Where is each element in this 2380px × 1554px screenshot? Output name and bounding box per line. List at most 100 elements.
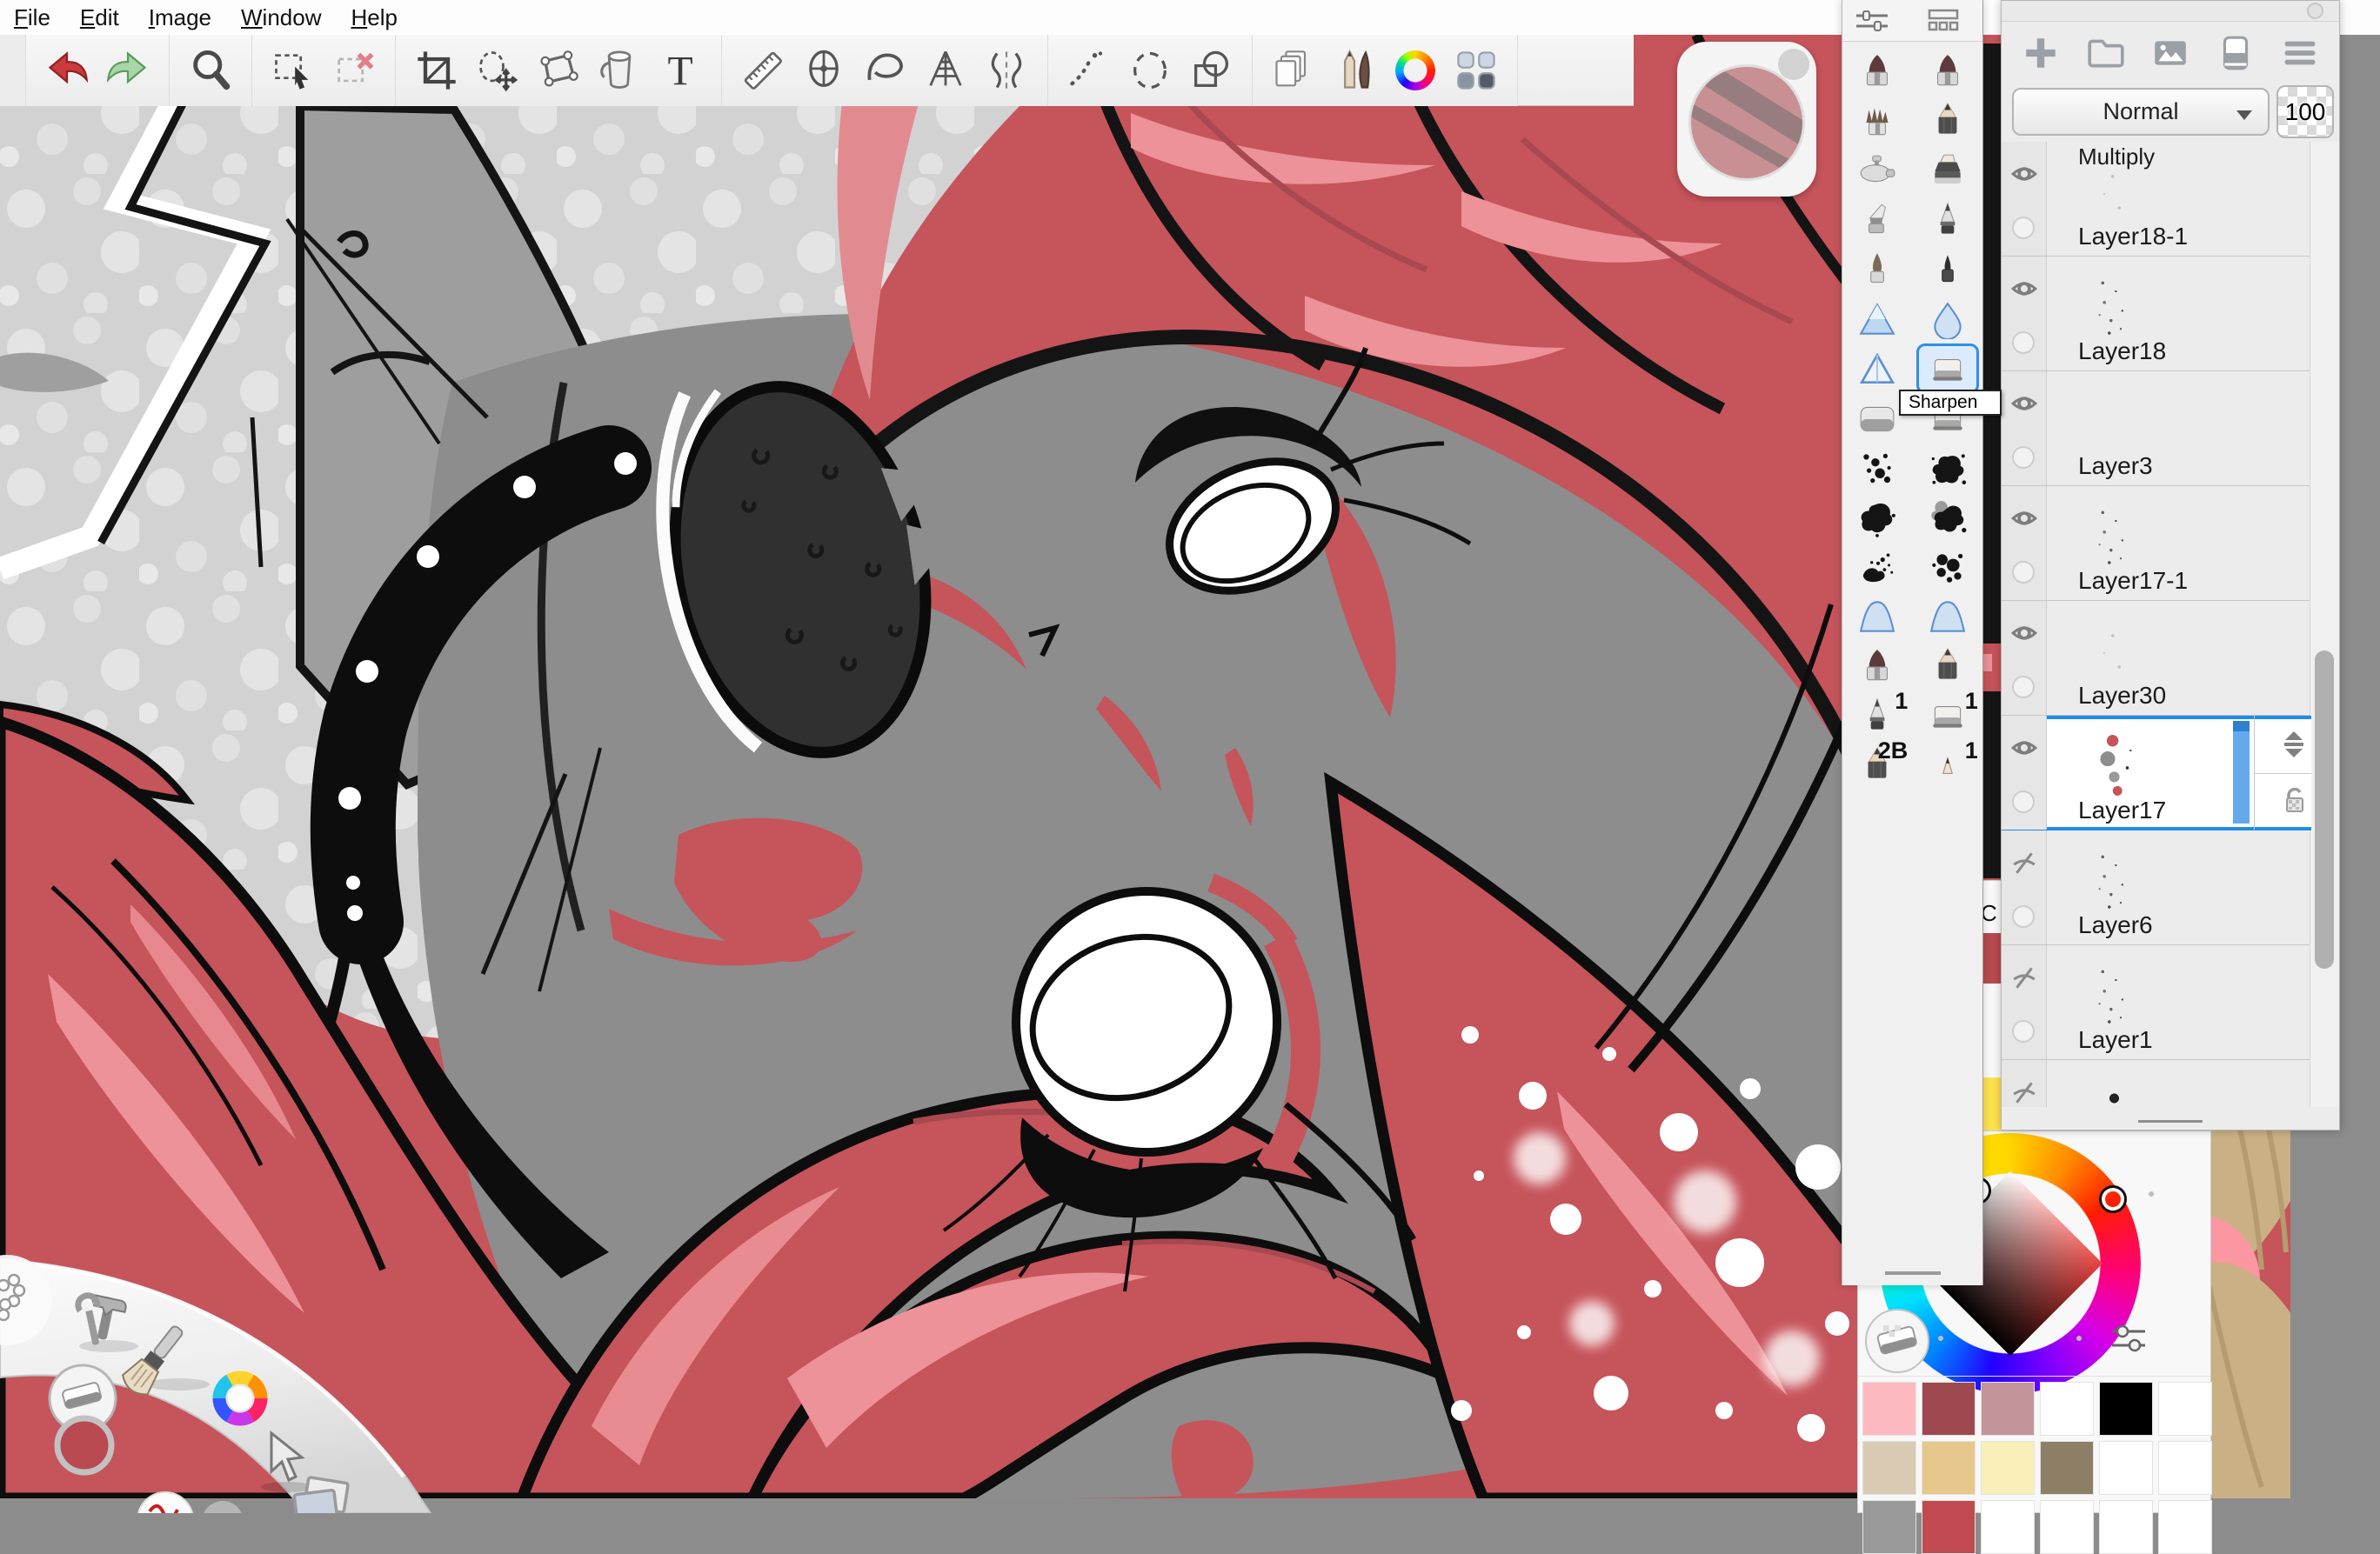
brush-item[interactable] <box>1917 196 1978 244</box>
alpha-lock-circle[interactable] <box>2012 217 2035 239</box>
brush-item[interactable] <box>1847 146 1908 195</box>
undo-arrow-icon[interactable] <box>37 40 97 101</box>
brush-item[interactable] <box>1917 493 1978 542</box>
shape-brush-icon[interactable] <box>1180 40 1241 101</box>
layer-row[interactable]: Layer17-1 <box>2002 486 2311 601</box>
visibility-eye-icon[interactable] <box>2009 735 2039 761</box>
menu-image[interactable]: Image <box>149 4 211 31</box>
visibility-eye-icon[interactable] <box>2009 390 2039 417</box>
alpha-lock-circle[interactable] <box>2012 905 2035 928</box>
layer-folder-icon[interactable] <box>2086 33 2126 73</box>
layer-row[interactable]: Layer1 <box>2002 945 2311 1060</box>
layer-thumbnail[interactable] <box>2080 615 2162 684</box>
menu-edit[interactable]: Edit <box>80 4 119 31</box>
ruler-snap-icon[interactable] <box>732 40 793 101</box>
layer-opacity-field[interactable]: 100 <box>2276 85 2334 138</box>
brush-item[interactable] <box>1917 146 1978 195</box>
visibility-eye-icon[interactable] <box>2009 1079 2039 1105</box>
hue-marker[interactable] <box>2102 1188 2124 1211</box>
panel-grid-icon[interactable] <box>1446 40 1507 101</box>
layers-scrollbar[interactable] <box>2310 142 2339 1107</box>
alpha-lock-circle[interactable] <box>2012 561 2035 584</box>
layers-panel-titlebar[interactable] <box>2002 1 2339 22</box>
palette-swatch[interactable] <box>2099 1382 2153 1436</box>
palette-swatch[interactable] <box>2158 1441 2212 1495</box>
layer-thumbnail[interactable] <box>2080 156 2162 225</box>
brush-item[interactable] <box>1847 196 1908 244</box>
brush-item[interactable] <box>1917 344 1978 393</box>
color-wheel-icon[interactable] <box>1385 40 1446 101</box>
crop-icon[interactable] <box>406 40 467 101</box>
brush-item[interactable] <box>1847 592 1908 641</box>
palette-swatch[interactable] <box>1981 1500 2035 1554</box>
layer-row[interactable]: Layer3 <box>2002 371 2311 486</box>
brush-item[interactable] <box>1847 344 1908 393</box>
add-layer-icon[interactable] <box>2021 33 2061 73</box>
brush-item[interactable] <box>1847 493 1908 542</box>
layer-eraser-sheet-icon[interactable] <box>2216 33 2256 73</box>
brush-item[interactable] <box>1917 295 1978 343</box>
alpha-lock-circle[interactable] <box>2012 331 2035 354</box>
snap-curve-off-icon[interactable] <box>1059 40 1120 101</box>
alpha-lock-circle[interactable] <box>2012 790 2035 813</box>
blend-mode-select[interactable]: Normal <box>2012 88 2270 136</box>
text-tool-icon[interactable]: T <box>650 40 711 101</box>
brush-item[interactable] <box>1917 97 1978 145</box>
menu-help[interactable]: Help <box>351 4 397 31</box>
brush-settings-icon[interactable] <box>1855 8 1889 34</box>
alpha-lock-circle[interactable] <box>2012 1020 2035 1043</box>
alpha-lock-circle[interactable] <box>2012 446 2035 469</box>
gray-ball-icon[interactable] <box>202 1501 244 1513</box>
brush-item[interactable] <box>1847 642 1908 690</box>
layer-reorder-icon[interactable] <box>2278 729 2310 760</box>
brush-item[interactable] <box>1917 444 1978 492</box>
brush-pencil-icon[interactable] <box>1324 40 1385 101</box>
layers-panel-button[interactable] <box>2307 3 2323 19</box>
palette-swatch[interactable] <box>1981 1441 2035 1495</box>
layer-thumbnail[interactable] <box>2080 959 2162 1029</box>
visibility-eye-icon[interactable] <box>2009 620 2039 646</box>
symmetry-snap-icon[interactable] <box>976 40 1037 101</box>
transparent-color-button[interactable] <box>1865 1309 1929 1373</box>
brush-panel-resize-grip[interactable] <box>1885 1271 1941 1275</box>
visibility-eye-icon[interactable] <box>2009 161 2039 187</box>
redo-arrow-icon[interactable] <box>97 40 158 101</box>
palette-swatch[interactable] <box>2040 1441 2094 1495</box>
palette-swatch[interactable] <box>2040 1382 2094 1436</box>
brush-item[interactable] <box>1917 47 1978 96</box>
polygon-select-icon[interactable] <box>528 40 589 101</box>
layer-image-icon[interactable] <box>2150 33 2190 73</box>
layers-scrollbar-thumb[interactable] <box>2315 650 2334 969</box>
palette-swatch[interactable] <box>2158 1382 2212 1436</box>
brush-item[interactable] <box>1847 444 1908 492</box>
brush-size-preview[interactable] <box>1677 42 1816 197</box>
magnifier-icon[interactable] <box>180 40 241 101</box>
menu-window[interactable]: Window <box>241 4 321 31</box>
visibility-eye-icon[interactable] <box>2009 505 2039 531</box>
ellipse-select-icon[interactable] <box>467 40 528 101</box>
brush-item[interactable] <box>1847 543 1908 591</box>
palette-swatch[interactable] <box>1862 1441 1916 1495</box>
menu-file[interactable]: File <box>14 4 50 31</box>
palette-swatch[interactable] <box>1862 1382 1916 1436</box>
unlock-transparency-icon[interactable] <box>2280 785 2310 817</box>
brush-item[interactable] <box>1847 295 1908 343</box>
layer-thumbnail[interactable] <box>2080 270 2162 340</box>
palette-swatch[interactable] <box>2158 1500 2212 1554</box>
layer-row[interactable]: Multiply Layer18-1 <box>2002 142 2311 257</box>
deselect-icon[interactable] <box>324 40 384 101</box>
brush-item[interactable] <box>1847 245 1908 294</box>
palette-swatch[interactable] <box>1922 1500 1976 1554</box>
brush-item[interactable] <box>1917 245 1978 294</box>
visibility-eye-icon[interactable] <box>2009 964 2039 990</box>
palette-swatch[interactable] <box>1922 1441 1976 1495</box>
visibility-eye-icon[interactable] <box>2009 850 2039 876</box>
brush-item[interactable] <box>1847 47 1908 96</box>
brush-item[interactable]: 2B <box>1847 741 1908 790</box>
layer-row[interactable]: Layer18 <box>2002 257 2311 371</box>
palette-swatch[interactable] <box>2099 1500 2153 1554</box>
brush-item[interactable] <box>1917 642 1978 690</box>
palette-swatch[interactable] <box>1981 1382 2035 1436</box>
brush-item[interactable] <box>1917 592 1978 641</box>
palette-swatch[interactable] <box>2099 1441 2153 1495</box>
